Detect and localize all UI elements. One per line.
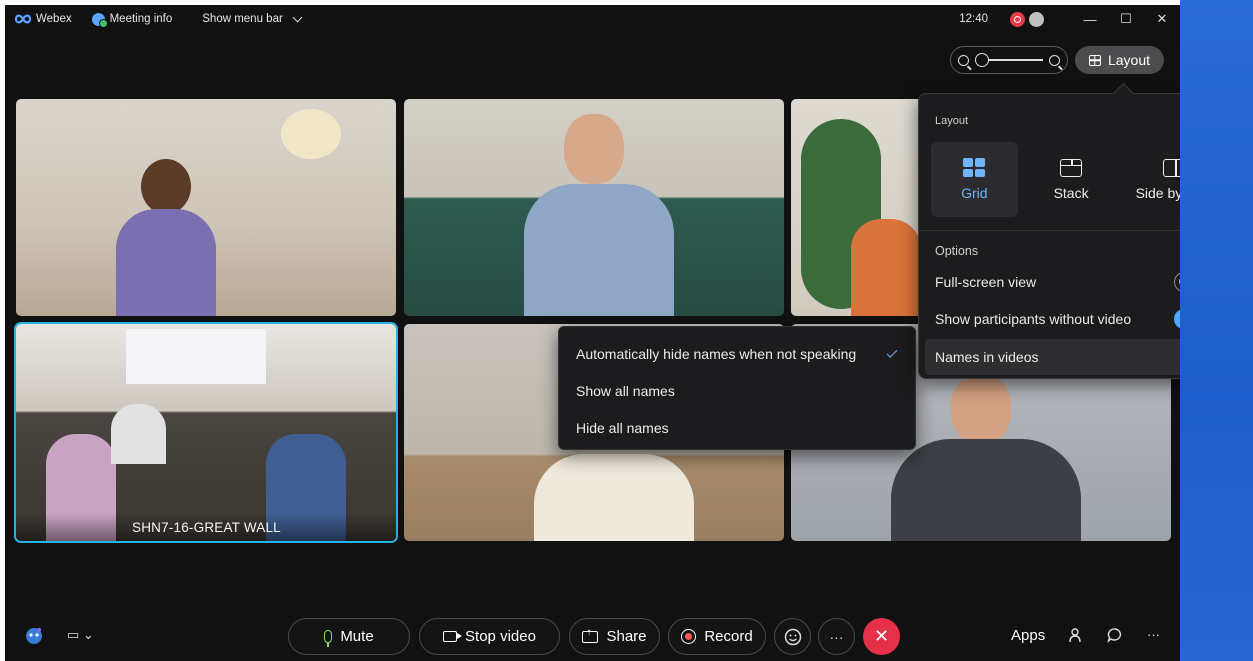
- menu-item-hide-all-names[interactable]: Hide all names: [576, 414, 903, 442]
- webex-app-menu[interactable]: Webex: [15, 13, 72, 25]
- title-bar: Webex Meeting info Show menu bar 12:40 —…: [5, 5, 1180, 33]
- layout-option-label: Side by side: [1135, 184, 1180, 201]
- menu-item-show-all-names[interactable]: Show all names: [576, 377, 903, 405]
- chevron-down-icon: [292, 12, 303, 22]
- layout-option-grid[interactable]: Grid: [931, 142, 1018, 217]
- zoom-knob[interactable]: [975, 53, 989, 67]
- options-header: Options: [935, 244, 979, 258]
- participant-body: [891, 439, 1081, 541]
- full-screen-view-label: Full-screen view: [935, 274, 1037, 290]
- layout-option-label: Grid: [961, 185, 988, 201]
- camera-icon: [443, 631, 463, 642]
- record-icon: [681, 629, 697, 644]
- layout-button[interactable]: Layout: [1075, 46, 1164, 74]
- zoom-in-icon[interactable]: [1049, 54, 1060, 66]
- record-button[interactable]: Record: [668, 618, 766, 655]
- mute-label: Mute: [340, 628, 374, 645]
- layout-panel-header: Layout: [935, 115, 969, 127]
- reactions-button[interactable]: [774, 618, 811, 655]
- title-bar-right: 12:40 — ☐ ✕: [959, 5, 1180, 33]
- clock: 12:40: [959, 13, 988, 25]
- video-tile[interactable]: [404, 99, 784, 316]
- show-participants-without-video-label: Show participants without video: [935, 311, 1132, 327]
- divider: [919, 230, 1180, 231]
- participant-body: [524, 184, 674, 316]
- whiteboard-screen: [126, 329, 266, 384]
- webex-assistant-icon[interactable]: [24, 626, 44, 646]
- captions-icon[interactable]: ▭ ⌄: [67, 627, 94, 643]
- pendant-lamp: [281, 109, 341, 159]
- names-in-videos-menu-item[interactable]: Names in videos: [925, 339, 1180, 375]
- participant-head: [564, 114, 624, 184]
- zoom-slider[interactable]: [950, 46, 1068, 74]
- layout-popover: Layout Grid Stack Side by side Options F…: [918, 93, 1180, 379]
- close-window-button[interactable]: ✕: [1144, 5, 1180, 33]
- microphone-icon: [324, 630, 333, 647]
- participant-body: [534, 454, 694, 541]
- meeting-info-icon: [91, 12, 108, 28]
- names-in-videos-label: Names in videos: [935, 349, 1039, 365]
- apps-button[interactable]: Apps: [1011, 627, 1045, 644]
- meeting-controls-bar: ▭ ⌄ Mute Stop video Share Record ···: [5, 605, 1180, 661]
- menu-item-label: Hide all names: [576, 420, 669, 436]
- layout-grid-icon: [1088, 54, 1101, 66]
- video-tile[interactable]: [16, 99, 396, 316]
- stack-layout-icon: [1060, 158, 1083, 177]
- full-screen-view-toggle[interactable]: [1174, 272, 1180, 292]
- webex-logo-icon: [15, 14, 31, 24]
- checkmark-icon: [886, 346, 898, 358]
- recording-indicator-icon[interactable]: [1010, 11, 1025, 27]
- more-panels-icon[interactable]: ···: [1147, 627, 1160, 642]
- stop-video-button[interactable]: Stop video: [419, 618, 560, 655]
- video-tile-active-speaker[interactable]: SHN7-16-GREAT WALL: [16, 324, 396, 541]
- webex-meeting-window: Webex Meeting info Show menu bar 12:40 —…: [5, 5, 1180, 661]
- layout-options: Grid Stack Side by side: [931, 142, 1180, 217]
- menu-item-auto-hide-names[interactable]: Automatically hide names when not speaki…: [576, 340, 903, 368]
- chat-icon[interactable]: [1107, 627, 1123, 643]
- layout-option-label: Stack: [1053, 184, 1089, 201]
- share-screen-icon: [582, 627, 599, 643]
- share-button[interactable]: Share: [569, 618, 660, 655]
- participant-body: [111, 404, 166, 464]
- show-participants-without-video-row: Show participants without video: [935, 304, 1180, 334]
- participant-head: [141, 159, 191, 214]
- layout-button-label: Layout: [1107, 52, 1151, 68]
- layout-option-side-by-side[interactable]: Side by side: [1124, 142, 1180, 217]
- more-options-button[interactable]: ···: [818, 618, 855, 655]
- participant-body: [851, 219, 921, 316]
- menu-item-label: Automatically hide names when not speaki…: [576, 346, 857, 362]
- participant-body: [116, 209, 216, 316]
- participants-icon[interactable]: [1069, 627, 1085, 643]
- more-options-label: ···: [829, 628, 844, 645]
- zoom-out-icon[interactable]: [958, 54, 969, 66]
- sharing-indicator-icon[interactable]: [1029, 11, 1044, 27]
- zoom-track[interactable]: [975, 53, 1043, 67]
- minimize-button[interactable]: —: [1072, 5, 1108, 33]
- close-icon: ✕: [873, 626, 890, 646]
- participant-name: SHN7-16-GREAT WALL: [132, 519, 281, 535]
- record-label: Record: [704, 628, 753, 645]
- participant-name-tag: SHN7-16-GREAT WALL: [16, 513, 396, 541]
- show-participants-without-video-toggle[interactable]: [1174, 309, 1180, 329]
- mute-button[interactable]: Mute: [288, 618, 410, 655]
- side-by-side-layout-icon: [1162, 158, 1180, 177]
- names-in-videos-submenu: Automatically hide names when not speaki…: [558, 326, 916, 450]
- share-label: Share: [606, 628, 647, 645]
- show-menu-bar-button[interactable]: Show menu bar: [202, 12, 303, 25]
- meeting-info-button[interactable]: Meeting info: [91, 12, 173, 28]
- app-name: Webex: [36, 13, 72, 25]
- show-menu-bar-label: Show menu bar: [202, 13, 283, 25]
- menu-item-label: Show all names: [576, 383, 675, 399]
- meeting-info-label: Meeting info: [109, 13, 173, 25]
- desktop-background: [1180, 0, 1253, 661]
- grid-layout-icon: [963, 158, 986, 177]
- emoji-icon: [784, 628, 801, 645]
- maximize-button[interactable]: ☐: [1108, 5, 1144, 33]
- stop-video-label: Stop video: [465, 628, 536, 645]
- participant-head: [951, 374, 1011, 444]
- leave-meeting-button[interactable]: ✕: [863, 618, 900, 655]
- full-screen-view-row: Full-screen view: [935, 267, 1180, 297]
- layout-option-stack[interactable]: Stack: [1028, 142, 1115, 217]
